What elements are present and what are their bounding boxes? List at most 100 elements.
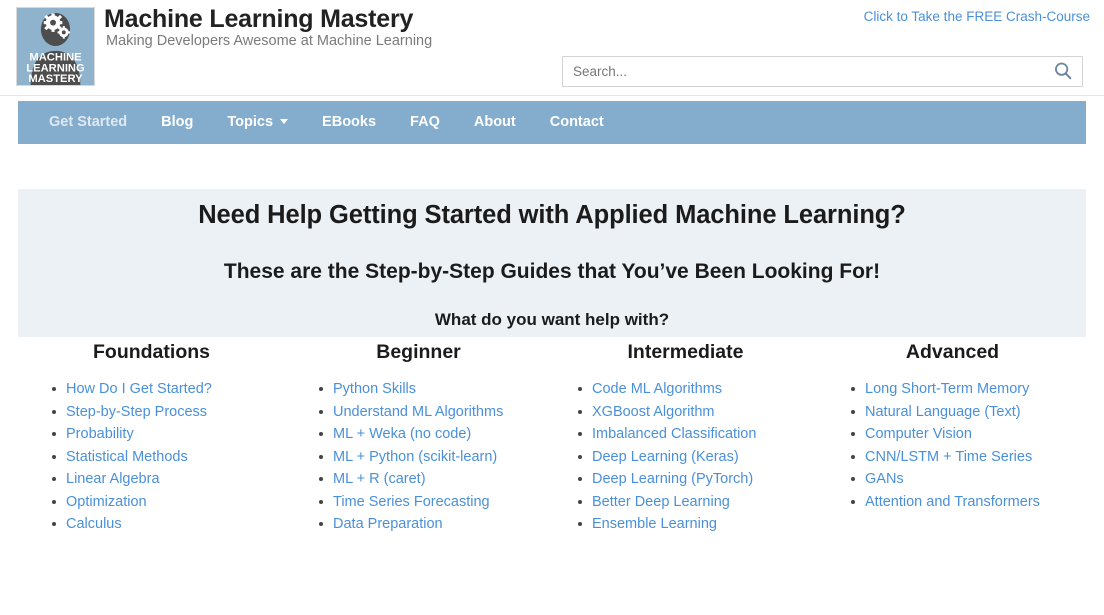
link-python-skills[interactable]: Python Skills <box>333 381 416 397</box>
column-list-advanced: Long Short-Term Memory Natural Language … <box>819 378 1086 513</box>
list-item[interactable]: Time Series Forecasting <box>319 491 552 514</box>
column-advanced: Advanced Long Short-Term Memory Natural … <box>819 337 1086 536</box>
nav-link-ebooks[interactable]: EBooks <box>305 101 393 144</box>
list-item[interactable]: Python Skills <box>319 378 552 401</box>
search-submit-button[interactable] <box>1050 60 1076 84</box>
list-item[interactable]: Imbalanced Classification <box>578 423 819 446</box>
link-ml-weka[interactable]: ML + Weka (no code) <box>333 426 471 442</box>
nav-link-faq[interactable]: FAQ <box>393 101 457 144</box>
guide-columns: Foundations How Do I Get Started? Step-b… <box>18 337 1086 536</box>
list-item[interactable]: Ensemble Learning <box>578 513 819 536</box>
site-logo[interactable]: MACHINE LEARNING MASTERY <box>16 7 95 86</box>
nav-label-get-started: Get Started <box>49 114 128 130</box>
list-item[interactable]: Probability <box>52 423 285 446</box>
chevron-down-icon <box>280 119 289 124</box>
link-deep-learning-keras[interactable]: Deep Learning (Keras) <box>592 449 739 465</box>
list-item[interactable]: Calculus <box>52 513 285 536</box>
link-ensemble-learning[interactable]: Ensemble Learning <box>592 516 717 532</box>
nav-label-about: About <box>473 114 516 130</box>
nav-link-topics[interactable]: Topics <box>210 101 305 144</box>
link-how-do-i-get-started[interactable]: How Do I Get Started? <box>66 381 212 397</box>
column-beginner: Beginner Python Skills Understand ML Alg… <box>285 337 552 536</box>
site-title: Machine Learning Mastery <box>104 5 414 33</box>
link-deep-learning-pytorch[interactable]: Deep Learning (PyTorch) <box>592 471 753 487</box>
link-code-ml-algorithms[interactable]: Code ML Algorithms <box>592 381 722 397</box>
hero-subheading: These are the Step-by-Step Guides that Y… <box>223 260 881 283</box>
link-ml-r-caret[interactable]: ML + R (caret) <box>333 471 426 487</box>
nav-item-blog[interactable]: Blog <box>144 101 210 144</box>
list-item[interactable]: Linear Algebra <box>52 468 285 491</box>
link-ml-python-scikit-learn[interactable]: ML + Python (scikit-learn) <box>333 449 497 465</box>
list-item[interactable]: CNN/LSTM + Time Series <box>851 446 1086 469</box>
nav-label-topics: Topics <box>227 114 274 130</box>
list-item[interactable]: ML + Python (scikit-learn) <box>319 446 552 469</box>
search-icon <box>1055 62 1072 80</box>
column-list-foundations: How Do I Get Started? Step-by-Step Proce… <box>18 378 285 536</box>
nav-link-contact[interactable]: Contact <box>533 101 621 144</box>
list-item[interactable]: ML + R (caret) <box>319 468 552 491</box>
link-better-deep-learning[interactable]: Better Deep Learning <box>592 494 730 510</box>
link-xgboost-algorithm[interactable]: XGBoost Algorithm <box>592 404 715 420</box>
nav-item-get-started[interactable]: Get Started <box>32 101 144 144</box>
list-item[interactable]: ML + Weka (no code) <box>319 423 552 446</box>
nav-item-contact[interactable]: Contact <box>533 101 621 144</box>
list-item[interactable]: Step-by-Step Process <box>52 401 285 424</box>
nav-link-blog[interactable]: Blog <box>144 101 210 144</box>
link-calculus[interactable]: Calculus <box>66 516 122 532</box>
hero-prompt: What do you want help with? <box>434 310 670 329</box>
link-natural-language-text[interactable]: Natural Language (Text) <box>865 404 1021 420</box>
link-optimization[interactable]: Optimization <box>66 494 147 510</box>
list-item[interactable]: Natural Language (Text) <box>851 401 1086 424</box>
nav-label-ebooks: EBooks <box>322 114 377 130</box>
site-tagline: Making Developers Awesome at Machine Lea… <box>106 33 433 49</box>
link-linear-algebra[interactable]: Linear Algebra <box>66 471 160 487</box>
column-list-beginner: Python Skills Understand ML Algorithms M… <box>285 378 552 536</box>
column-title-foundations: Foundations <box>93 341 210 363</box>
nav-label-blog: Blog <box>161 114 194 130</box>
link-attention-and-transformers[interactable]: Attention and Transformers <box>865 494 1040 510</box>
link-understand-ml-algorithms[interactable]: Understand ML Algorithms <box>333 404 503 420</box>
site-header: MACHINE LEARNING MASTERY Machine Learnin… <box>0 0 1104 96</box>
link-step-by-step-process[interactable]: Step-by-Step Process <box>66 404 207 420</box>
list-item[interactable]: Better Deep Learning <box>578 491 819 514</box>
nav-item-faq[interactable]: FAQ <box>393 101 457 144</box>
list-item[interactable]: Deep Learning (PyTorch) <box>578 468 819 491</box>
list-item[interactable]: Data Preparation <box>319 513 552 536</box>
nav-item-about[interactable]: About <box>457 101 533 144</box>
list-item[interactable]: Deep Learning (Keras) <box>578 446 819 469</box>
list-item[interactable]: GANs <box>851 468 1086 491</box>
search-input[interactable] <box>563 57 1043 86</box>
link-long-short-term-memory[interactable]: Long Short-Term Memory <box>865 381 1029 397</box>
nav-item-ebooks[interactable]: EBooks <box>305 101 393 144</box>
link-imbalanced-classification[interactable]: Imbalanced Classification <box>592 426 756 442</box>
main-navigation: Get Started Blog Topics EBooks FAQ About… <box>18 101 1086 144</box>
nav-label-faq: FAQ <box>410 114 440 130</box>
link-probability[interactable]: Probability <box>66 426 134 442</box>
link-time-series-forecasting[interactable]: Time Series Forecasting <box>333 494 490 510</box>
list-item[interactable]: Long Short-Term Memory <box>851 378 1086 401</box>
link-gans[interactable]: GANs <box>865 471 904 487</box>
search-box[interactable] <box>562 56 1083 87</box>
nav-item-topics[interactable]: Topics <box>210 101 305 144</box>
link-cnn-lstm-time-series[interactable]: CNN/LSTM + Time Series <box>865 449 1032 465</box>
list-item[interactable]: Code ML Algorithms <box>578 378 819 401</box>
list-item[interactable]: How Do I Get Started? <box>52 378 285 401</box>
logo-line-3: MASTERY <box>28 73 83 85</box>
column-list-intermediate: Code ML Algorithms XGBoost Algorithm Imb… <box>552 378 819 536</box>
link-statistical-methods[interactable]: Statistical Methods <box>66 449 188 465</box>
crash-course-link[interactable]: Click to Take the FREE Crash-Course <box>864 9 1090 24</box>
list-item[interactable]: Understand ML Algorithms <box>319 401 552 424</box>
list-item[interactable]: XGBoost Algorithm <box>578 401 819 424</box>
list-item[interactable]: Attention and Transformers <box>851 491 1086 514</box>
nav-link-get-started[interactable]: Get Started <box>32 101 144 144</box>
link-data-preparation[interactable]: Data Preparation <box>333 516 443 532</box>
hero-heading: Need Help Getting Started with Applied M… <box>198 201 906 229</box>
column-title-advanced: Advanced <box>905 341 1000 363</box>
link-computer-vision[interactable]: Computer Vision <box>865 426 972 442</box>
column-intermediate: Intermediate Code ML Algorithms XGBoost … <box>552 337 819 536</box>
header-divider <box>0 95 1104 96</box>
list-item[interactable]: Statistical Methods <box>52 446 285 469</box>
list-item[interactable]: Optimization <box>52 491 285 514</box>
list-item[interactable]: Computer Vision <box>851 423 1086 446</box>
nav-link-about[interactable]: About <box>457 101 533 144</box>
